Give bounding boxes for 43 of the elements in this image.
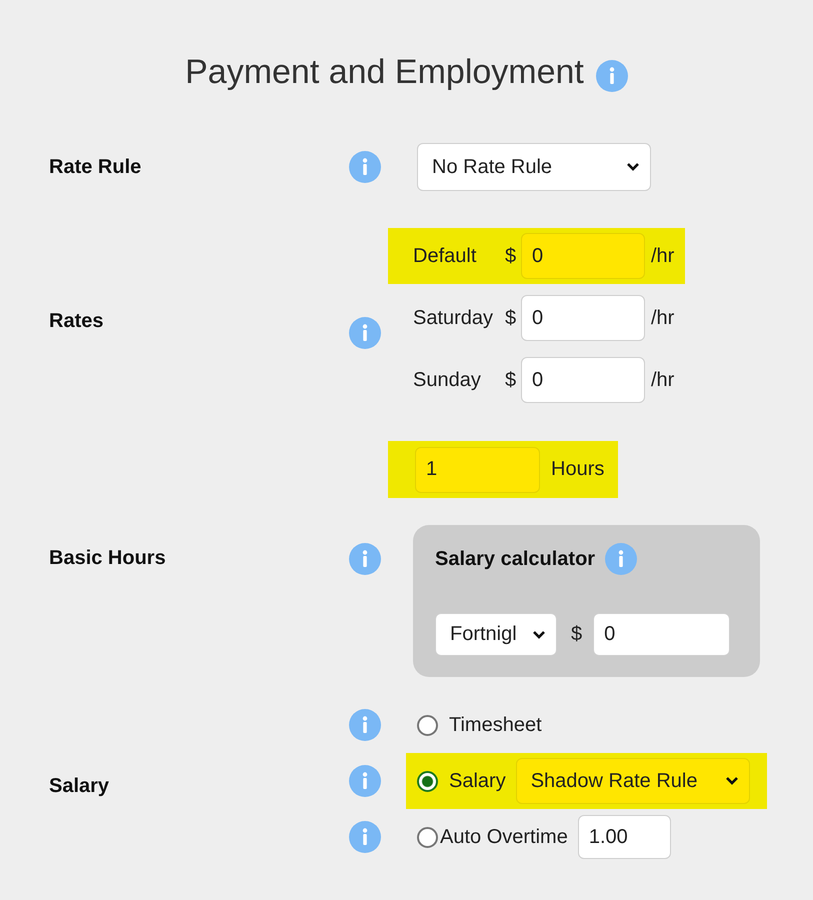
input-field[interactable]: 0 [521, 295, 645, 341]
info-icon[interactable] [349, 821, 381, 853]
card-title: Salary calculator [435, 548, 596, 570]
field-label: Salary [49, 774, 110, 798]
info-icon[interactable] [349, 543, 381, 575]
option-label: Timesheet [449, 714, 542, 736]
unit-label: /hr [651, 368, 674, 392]
unit-label: Hours [551, 458, 604, 481]
chevron-icon [532, 630, 546, 640]
chevron-icon [626, 162, 640, 172]
page-title: Payment and Employment [185, 52, 584, 92]
currency-symbol: $ [505, 368, 518, 392]
chevron-icon [724, 776, 739, 786]
currency-symbol: $ [505, 306, 518, 330]
info-icon[interactable] [596, 60, 628, 92]
radio-button[interactable] [417, 714, 438, 736]
radio-button[interactable] [417, 770, 438, 792]
rate-rule-select[interactable]: Shadow Rate Rule [516, 758, 750, 804]
period-select[interactable]: Fortnigl [435, 613, 557, 656]
radio-button[interactable] [417, 826, 438, 848]
input-field[interactable]: 0 [521, 357, 645, 403]
rate-rule-select[interactable]: No Rate Rule [417, 143, 651, 191]
unit-label: /hr [651, 306, 674, 330]
input-field[interactable]: 1 [415, 446, 540, 492]
field-label: Rate Rule [49, 156, 142, 178]
info-icon[interactable] [349, 765, 381, 797]
rate-label: Saturday [413, 306, 494, 330]
currency-symbol: $ [505, 244, 518, 268]
input-field[interactable]: 1.00 [578, 815, 671, 859]
info-icon[interactable] [605, 543, 638, 575]
rate-label: Sunday [413, 368, 482, 392]
unit-label: /hr [651, 244, 674, 268]
field-label: Rates [49, 310, 104, 332]
info-icon[interactable] [349, 709, 381, 741]
info-icon[interactable] [349, 317, 381, 349]
info-icon[interactable] [349, 151, 381, 183]
input-field[interactable]: 0 [521, 233, 645, 279]
option-label: Salary [449, 770, 506, 792]
currency-symbol: $ [571, 623, 582, 646]
rate-label: Default [413, 244, 478, 268]
field-label: Basic Hours [49, 547, 167, 570]
input-field[interactable]: 0 [593, 613, 730, 656]
option-label: Auto Overtime [440, 826, 568, 848]
